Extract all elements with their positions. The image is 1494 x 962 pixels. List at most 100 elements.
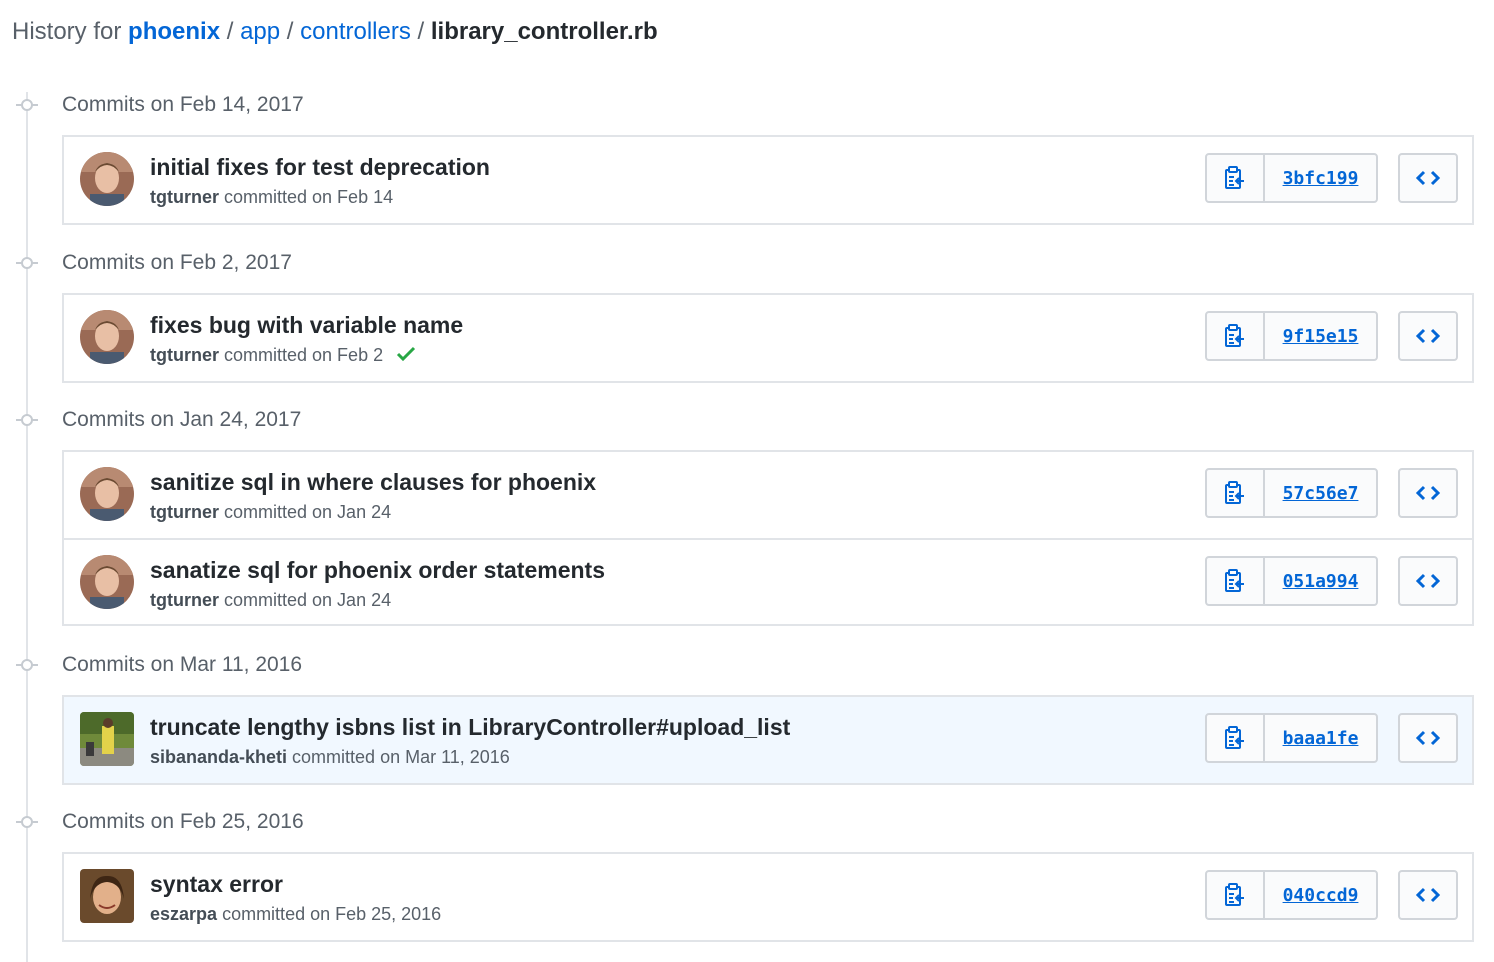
breadcrumb-repo-link[interactable]: phoenix xyxy=(128,18,220,45)
commit-sha-link[interactable]: 3bfc199 xyxy=(1265,155,1376,201)
commit-date: committed on Jan 24 xyxy=(224,590,392,610)
sha-button-group: 3bfc199 xyxy=(1205,153,1378,203)
copy-sha-button[interactable] xyxy=(1207,872,1265,918)
commit-author[interactable]: tgturner xyxy=(150,590,219,610)
commit-group: truncate lengthy isbns list in LibraryCo… xyxy=(62,695,1474,785)
clippy-icon xyxy=(1225,569,1244,592)
clippy-icon xyxy=(1225,726,1244,749)
commit-group: initial fixes for test deprecation tgtur… xyxy=(62,135,1474,225)
avatar[interactable] xyxy=(80,712,134,766)
commit-author[interactable]: eszarpa xyxy=(150,904,217,924)
commit-date: committed on Feb 14 xyxy=(224,187,394,207)
commit-title[interactable]: truncate lengthy isbns list in LibraryCo… xyxy=(150,712,790,742)
sha-button-group: 9f15e15 xyxy=(1205,311,1378,361)
commit-group: fixes bug with variable name tgturner co… xyxy=(62,293,1474,383)
browse-files-button[interactable] xyxy=(1398,556,1458,606)
browse-files-button[interactable] xyxy=(1398,870,1458,920)
commit-group: syntax error eszarpa committed on Feb 25… xyxy=(62,852,1474,942)
commit-group-title: Commits on Feb 25, 2016 xyxy=(62,810,304,833)
breadcrumb-file: library_controller.rb xyxy=(430,18,658,45)
commit-sha-link[interactable]: baaa1fe xyxy=(1265,715,1376,761)
commit-title[interactable]: syntax error xyxy=(150,869,283,899)
git-commit-icon xyxy=(16,253,38,273)
breadcrumb-separator: / xyxy=(417,18,425,45)
commit-row: syntax error eszarpa committed on Feb 25… xyxy=(64,854,1472,940)
commit-date: committed on Feb 2 xyxy=(224,345,384,365)
commit-author[interactable]: tgturner xyxy=(150,187,219,207)
commit-author[interactable]: tgturner xyxy=(150,345,219,365)
commit-group-header: Commits on Jan 24, 2017 xyxy=(0,405,600,435)
breadcrumb-separator: / xyxy=(226,18,234,45)
git-commit-icon xyxy=(16,410,38,430)
code-icon xyxy=(1416,730,1440,746)
copy-sha-button[interactable] xyxy=(1207,313,1265,359)
commit-group-header: Commits on Feb 2, 2017 xyxy=(0,248,600,278)
breadcrumb-controllers-link[interactable]: controllers xyxy=(300,18,411,45)
copy-sha-button[interactable] xyxy=(1207,558,1265,604)
sha-button-group: 040ccd9 xyxy=(1205,870,1378,920)
commit-title[interactable]: sanitize sql in where clauses for phoeni… xyxy=(150,467,596,497)
commit-row: fixes bug with variable name tgturner co… xyxy=(64,295,1472,381)
code-icon xyxy=(1416,328,1440,344)
avatar[interactable] xyxy=(80,869,134,923)
commit-group-header: Commits on Feb 25, 2016 xyxy=(0,807,600,837)
git-commit-icon xyxy=(16,95,38,115)
breadcrumb-separator: / xyxy=(286,18,294,45)
git-commit-icon xyxy=(16,812,38,832)
commit-row: sanitize sql in where clauses for phoeni… xyxy=(64,452,1472,538)
code-icon xyxy=(1416,485,1440,501)
commit-row: truncate lengthy isbns list in LibraryCo… xyxy=(64,697,1472,783)
commit-group-title: Commits on Mar 11, 2016 xyxy=(62,653,303,676)
commit-group-title: Commits on Jan 24, 2017 xyxy=(62,408,302,431)
commit-group-header: Commits on Mar 11, 2016 xyxy=(0,650,600,680)
commit-group-title: Commits on Feb 14, 2017 xyxy=(62,93,304,116)
commit-meta: tgturner committed on Feb 14 xyxy=(150,185,393,209)
commit-title[interactable]: sanatize sql for phoenix order statement… xyxy=(150,555,605,585)
browse-files-button[interactable] xyxy=(1398,713,1458,763)
avatar[interactable] xyxy=(80,152,134,206)
commit-sha-link[interactable]: 9f15e15 xyxy=(1265,313,1376,359)
avatar[interactable] xyxy=(80,310,134,364)
commit-author[interactable]: sibananda-kheti xyxy=(150,747,287,767)
commit-meta: sibananda-kheti committed on Mar 11, 201… xyxy=(150,745,510,769)
commit-meta: tgturner committed on Jan 24 xyxy=(150,588,391,612)
browse-files-button[interactable] xyxy=(1398,468,1458,518)
code-icon xyxy=(1416,573,1440,589)
commit-date: committed on Feb 25, 2016 xyxy=(222,904,442,924)
breadcrumb-prefix: History for xyxy=(12,18,122,45)
commit-row: initial fixes for test deprecation tgtur… xyxy=(64,137,1472,223)
avatar[interactable] xyxy=(80,555,134,609)
sha-button-group: baaa1fe xyxy=(1205,713,1378,763)
commit-sha-link[interactable]: 040ccd9 xyxy=(1265,872,1376,918)
avatar[interactable] xyxy=(80,467,134,521)
commit-date: committed on Jan 24 xyxy=(224,502,392,522)
copy-sha-button[interactable] xyxy=(1207,715,1265,761)
commit-sha-link[interactable]: 57c56e7 xyxy=(1265,470,1376,516)
commit-title[interactable]: fixes bug with variable name xyxy=(150,310,463,340)
commit-row: sanatize sql for phoenix order statement… xyxy=(64,538,1472,624)
sha-button-group: 051a994 xyxy=(1205,556,1378,606)
code-icon xyxy=(1416,170,1440,186)
copy-sha-button[interactable] xyxy=(1207,155,1265,201)
commit-title[interactable]: initial fixes for test deprecation xyxy=(150,152,490,182)
commit-meta: eszarpa committed on Feb 25, 2016 xyxy=(150,902,441,926)
breadcrumb-app-link[interactable]: app xyxy=(240,18,280,45)
commit-date: committed on Mar 11, 2016 xyxy=(292,747,510,767)
browse-files-button[interactable] xyxy=(1398,153,1458,203)
clippy-icon xyxy=(1225,481,1244,504)
browse-files-button[interactable] xyxy=(1398,311,1458,361)
check-icon[interactable] xyxy=(396,345,416,363)
commit-sha-link[interactable]: 051a994 xyxy=(1265,558,1376,604)
commit-group-header: Commits on Feb 14, 2017 xyxy=(0,90,600,120)
copy-sha-button[interactable] xyxy=(1207,470,1265,516)
commit-meta: tgturner committed on Jan 24 xyxy=(150,500,391,524)
git-commit-icon xyxy=(16,655,38,675)
commit-meta: tgturner committed on Feb 2 xyxy=(150,343,416,367)
clippy-icon xyxy=(1225,883,1244,906)
commit-author[interactable]: tgturner xyxy=(150,502,219,522)
commit-group-title: Commits on Feb 2, 2017 xyxy=(62,251,292,274)
sha-button-group: 57c56e7 xyxy=(1205,468,1378,518)
breadcrumb: History for phoenix / app / controllers … xyxy=(12,16,658,48)
clippy-icon xyxy=(1225,324,1244,347)
commit-group: sanitize sql in where clauses for phoeni… xyxy=(62,450,1474,626)
